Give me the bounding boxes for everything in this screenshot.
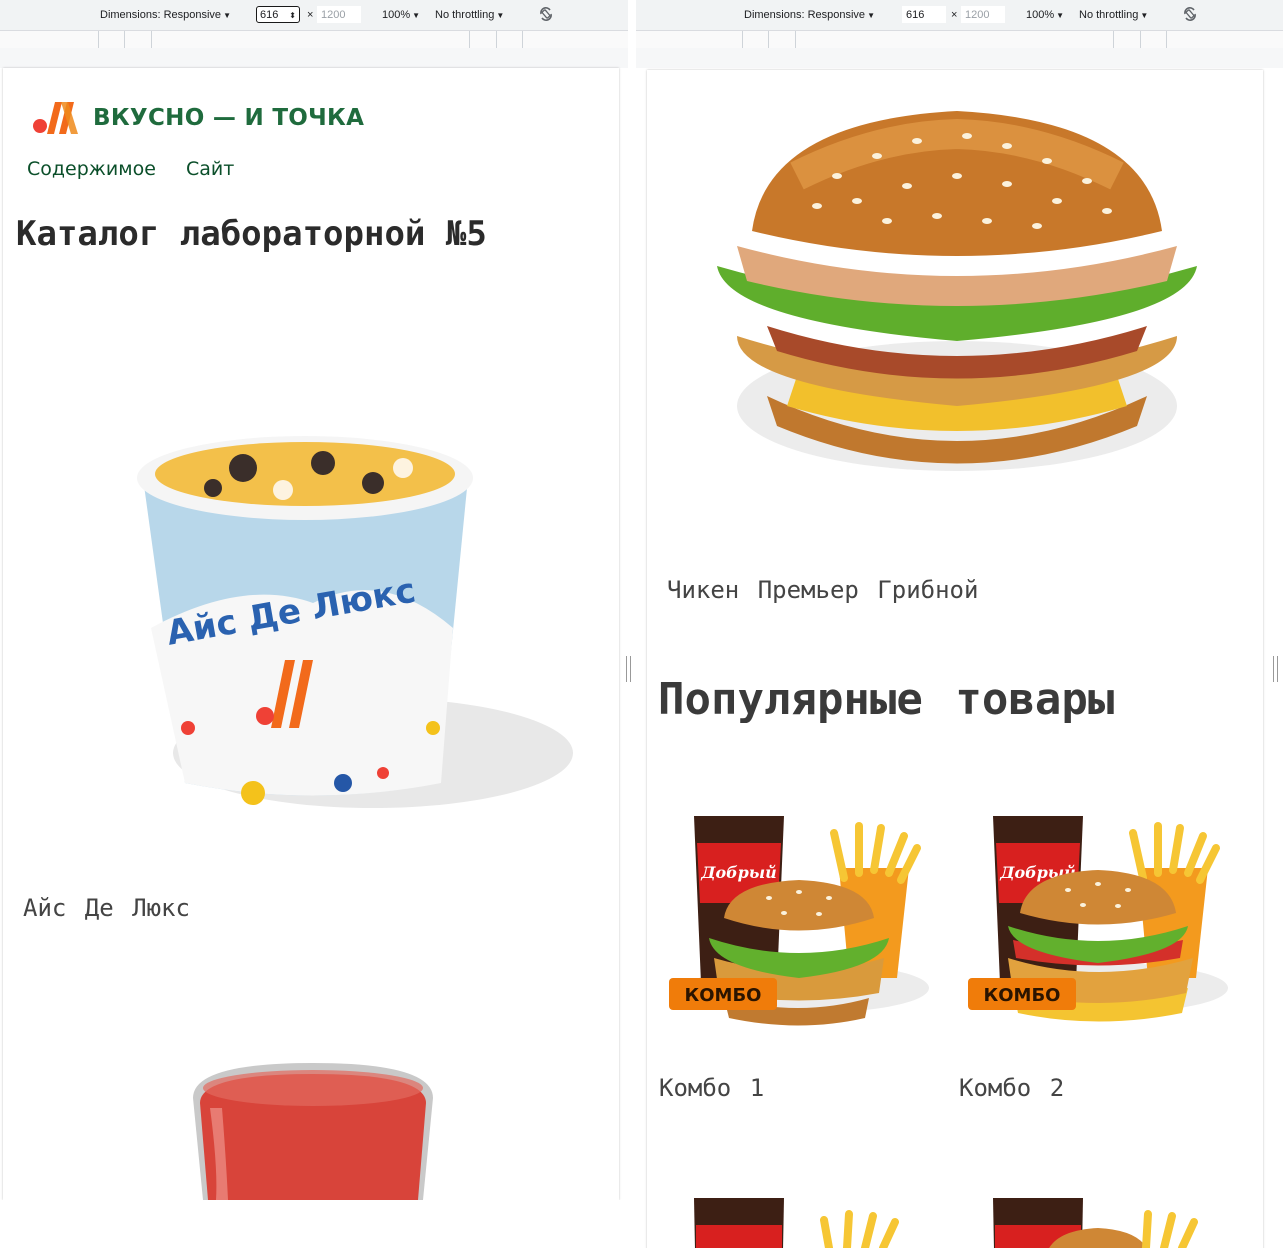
combo-badge: КОМБО bbox=[984, 985, 1061, 1006]
caret-down-icon: ▼ bbox=[1140, 11, 1149, 20]
zoom-label: 100% bbox=[1026, 9, 1055, 21]
caret-down-icon: ▼ bbox=[496, 11, 505, 20]
popular-heading: Популярные товары bbox=[658, 674, 1115, 725]
height-input[interactable]: 1200 bbox=[961, 6, 1005, 23]
combo-1-image[interactable]: Добрый КОМБО bbox=[669, 808, 934, 1028]
viewport-bottom bbox=[0, 1200, 636, 1248]
viewport-background bbox=[636, 48, 1283, 68]
dimensions-dropdown[interactable]: Dimensions: Responsive ▼ bbox=[100, 9, 231, 21]
combo-badge: КОМБО bbox=[685, 985, 762, 1006]
devtools-pane-right: Dimensions: Responsive ▼ 616 × 1200 100% ▼… bbox=[636, 0, 1283, 1248]
dimensions-dropdown[interactable]: Dimensions: Responsive ▼ bbox=[744, 9, 875, 21]
width-input[interactable]: 616 bbox=[902, 6, 946, 23]
throttling-dropdown[interactable]: No throttling ▼ bbox=[435, 9, 504, 21]
brand-logo-icon bbox=[33, 102, 78, 134]
rotate-icon[interactable] bbox=[537, 5, 555, 23]
zoom-dropdown[interactable]: 100% ▼ bbox=[382, 9, 420, 21]
item-caption[interactable]: Чикен Премьер Грибной bbox=[667, 576, 978, 604]
combo-2-image[interactable]: Добрый КОМБО bbox=[968, 808, 1233, 1028]
times-sign: × bbox=[307, 9, 314, 21]
brand-name: ВКУСНО — И ТОЧКА bbox=[93, 105, 365, 131]
tomato-juice-image[interactable] bbox=[188, 1058, 438, 1200]
media-query-ruler[interactable] bbox=[0, 31, 628, 49]
site-nav: Содержимое Сайт bbox=[27, 158, 258, 180]
device-viewport: Чикен Премьер Грибной Популярные товары … bbox=[647, 70, 1263, 1248]
throttling-label: No throttling bbox=[435, 9, 495, 21]
devtools-pane-left: Dimensions: Responsive ▼ 616 ⬍ × 1200 100%… bbox=[0, 0, 628, 1248]
caret-down-icon: ▼ bbox=[223, 11, 231, 20]
device-toolbar: Dimensions: Responsive ▼ 616 ⬍ × 1200 100%… bbox=[0, 0, 628, 31]
item-caption[interactable]: Комбо 2 bbox=[959, 1074, 1064, 1102]
ice-cream-image[interactable]: Айс Де Люкс bbox=[123, 428, 573, 818]
spinner-icon[interactable]: ⬍ bbox=[289, 7, 296, 24]
width-value: 616 bbox=[906, 9, 925, 21]
site-logo[interactable]: ВКУСНО — И ТОЧКА bbox=[31, 98, 364, 138]
cup-brand-label: Добрый bbox=[700, 863, 777, 882]
rotate-icon[interactable] bbox=[1181, 5, 1199, 23]
nav-link-contents[interactable]: Содержимое bbox=[27, 158, 156, 180]
caret-down-icon: ▼ bbox=[867, 11, 875, 20]
device-toolbar: Dimensions: Responsive ▼ 616 × 1200 100% ▼… bbox=[636, 0, 1283, 31]
combo-4-image[interactable] bbox=[968, 1190, 1233, 1248]
width-value: 616 bbox=[260, 9, 279, 21]
zoom-label: 100% bbox=[382, 9, 411, 21]
item-caption[interactable]: Комбо 1 bbox=[659, 1074, 764, 1102]
resize-handle-icon[interactable] bbox=[626, 656, 631, 682]
height-input[interactable]: 1200 bbox=[317, 6, 361, 23]
caret-down-icon: ▼ bbox=[412, 11, 421, 20]
chicken-burger-image[interactable] bbox=[707, 106, 1207, 491]
nav-link-site[interactable]: Сайт bbox=[186, 158, 234, 180]
zoom-dropdown[interactable]: 100% ▼ bbox=[1026, 9, 1064, 21]
times-sign: × bbox=[951, 9, 958, 21]
combo-3-image[interactable] bbox=[669, 1190, 934, 1248]
device-viewport: ВКУСНО — И ТОЧКА Содержимое Сайт Каталог… bbox=[3, 68, 619, 1200]
pane-divider[interactable] bbox=[626, 0, 636, 1248]
throttling-label: No throttling bbox=[1079, 9, 1139, 21]
dimensions-label: Dimensions: Responsive bbox=[100, 9, 222, 21]
page-title: Каталог лабораторной №5 bbox=[16, 214, 487, 254]
throttling-dropdown[interactable]: No throttling ▼ bbox=[1079, 9, 1148, 21]
media-query-ruler[interactable] bbox=[636, 31, 1283, 49]
width-input[interactable]: 616 ⬍ bbox=[256, 6, 300, 23]
viewport-background bbox=[0, 48, 628, 68]
caret-down-icon: ▼ bbox=[1056, 11, 1065, 20]
item-caption[interactable]: Айс Де Люкс bbox=[23, 894, 190, 922]
resize-handle-icon[interactable] bbox=[1273, 656, 1278, 682]
dimensions-label: Dimensions: Responsive bbox=[744, 9, 866, 21]
